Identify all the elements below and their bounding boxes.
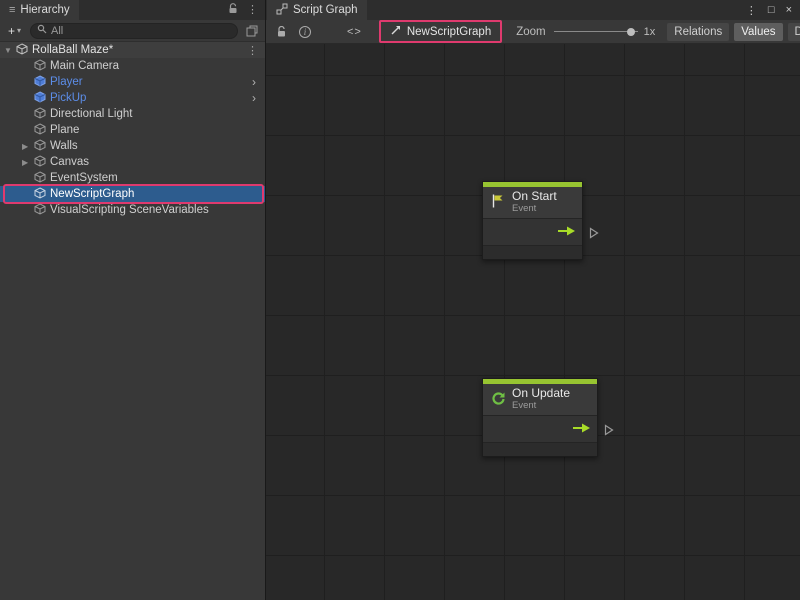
gameobject-icon — [34, 203, 46, 218]
hierarchy-row-pickup[interactable]: PickUp › — [0, 90, 265, 106]
search-input[interactable]: All — [30, 23, 238, 39]
info-icon[interactable]: i — [296, 23, 314, 41]
hierarchy-row-newscriptgraph[interactable]: NewScriptGraph — [0, 186, 265, 202]
gameobject-icon — [34, 171, 46, 186]
script-graph-panel: Script Graph ⋮ □ × i <> NewScriptGraph Z… — [266, 0, 800, 600]
node-title: On Update — [512, 387, 570, 400]
kebab-menu-icon[interactable]: ⋮ — [247, 44, 261, 57]
add-object-button[interactable]: + ▾ — [4, 24, 25, 38]
gameobject-icon — [34, 59, 46, 74]
node-on-start[interactable]: On Start Event — [482, 181, 583, 260]
graph-breadcrumb[interactable]: NewScriptGraph — [379, 20, 502, 43]
lock-icon[interactable] — [272, 23, 290, 41]
tab-hierarchy[interactable]: ≡ Hierarchy — [0, 0, 79, 20]
open-search-window-icon[interactable] — [243, 22, 261, 40]
gameobject-icon — [34, 123, 46, 138]
hierarchy-row-canvas[interactable]: ▶ Canvas — [0, 154, 265, 170]
node-port-row — [483, 415, 597, 443]
close-icon[interactable]: × — [786, 4, 792, 16]
prefab-chevron-icon[interactable]: › — [252, 91, 261, 105]
scene-name: RollaBall Maze* — [32, 44, 113, 56]
graph-canvas[interactable]: On Start Event — [266, 44, 800, 600]
flow-arrow-icon — [557, 225, 576, 239]
maximize-icon[interactable]: □ — [768, 4, 775, 16]
code-icon[interactable]: <> — [344, 23, 365, 41]
gameobject-icon — [34, 187, 46, 202]
output-port-icon[interactable] — [589, 227, 599, 242]
zoom-slider[interactable] — [554, 25, 638, 39]
hierarchy-row-walls[interactable]: ▶ Walls — [0, 138, 265, 154]
unity-scene-icon — [16, 43, 28, 58]
graph-tabbar: Script Graph ⋮ □ × — [266, 0, 800, 20]
hierarchy-tabbar: ≡ Hierarchy ⋮ — [0, 0, 265, 20]
node-port-row — [483, 218, 582, 246]
node-subtitle: Event — [512, 204, 557, 214]
hierarchy-panel: ≡ Hierarchy ⋮ + ▾ All — [0, 0, 266, 600]
search-placeholder: All — [51, 25, 63, 37]
menu-icon: ≡ — [9, 5, 15, 16]
tab-hierarchy-label: Hierarchy — [20, 4, 69, 16]
node-footer — [483, 246, 582, 259]
scene-root-row[interactable]: ▼ RollaBall Maze* ⋮ — [0, 42, 265, 58]
values-toggle[interactable]: Values — [734, 23, 782, 41]
gameobject-icon — [34, 107, 46, 122]
hierarchy-row-plane[interactable]: Plane — [0, 122, 265, 138]
foldout-closed-icon[interactable]: ▶ — [22, 158, 34, 167]
graph-name: NewScriptGraph — [407, 26, 491, 38]
node-header: On Update Event — [483, 384, 597, 415]
hierarchy-row-scenevariables[interactable]: VisualScripting SceneVariables — [0, 202, 265, 218]
unity-editor-window: ≡ Hierarchy ⋮ + ▾ All — [0, 0, 800, 600]
hierarchy-row-eventsystem[interactable]: EventSystem — [0, 170, 265, 186]
foldout-closed-icon[interactable]: ▶ — [22, 142, 34, 151]
hierarchy-row-directional-light[interactable]: Directional Light — [0, 106, 265, 122]
zoom-label: Zoom — [516, 26, 545, 38]
prefab-chevron-icon[interactable]: › — [252, 75, 261, 89]
tab-script-graph[interactable]: Script Graph — [267, 0, 367, 20]
script-graph-icon — [390, 24, 402, 39]
flag-icon — [490, 193, 506, 212]
node-header: On Start Event — [483, 187, 582, 218]
gameobject-icon — [34, 139, 46, 154]
flow-arrow-icon — [572, 422, 591, 436]
hierarchy-row-player[interactable]: Player › — [0, 74, 265, 90]
prefab-icon — [34, 91, 46, 106]
node-title: On Start — [512, 190, 557, 203]
relations-toggle[interactable]: Relations — [667, 23, 729, 41]
foldout-open-icon[interactable]: ▼ — [4, 46, 16, 55]
kebab-menu-icon[interactable]: ⋮ — [746, 4, 757, 17]
hierarchy-tree: ▼ RollaBall Maze* ⋮ Main Camera Player › — [0, 42, 265, 600]
node-subtitle: Event — [512, 401, 570, 411]
node-footer — [483, 443, 597, 456]
node-on-update[interactable]: On Update Event — [482, 378, 598, 457]
loop-icon — [490, 390, 506, 409]
hierarchy-toolbar: + ▾ All — [0, 20, 265, 42]
lock-icon[interactable] — [228, 3, 238, 17]
gameobject-icon — [34, 155, 46, 170]
search-icon — [37, 24, 47, 37]
tab-script-graph-label: Script Graph — [293, 4, 358, 16]
chevron-down-icon: ▾ — [17, 26, 21, 35]
hierarchy-row-main-camera[interactable]: Main Camera — [0, 58, 265, 74]
graph-toolbar: i <> NewScriptGraph Zoom 1x Relations Va… — [266, 20, 800, 44]
script-graph-tab-icon — [276, 3, 288, 18]
prefab-icon — [34, 75, 46, 90]
zoom-value: 1x — [644, 26, 656, 38]
output-port-icon[interactable] — [604, 424, 614, 439]
dim-toggle[interactable]: Dim — [788, 23, 800, 41]
kebab-menu-icon[interactable]: ⋮ — [247, 5, 258, 16]
zoom-slider-thumb[interactable] — [627, 28, 635, 36]
zoom-slider-track — [554, 31, 638, 32]
